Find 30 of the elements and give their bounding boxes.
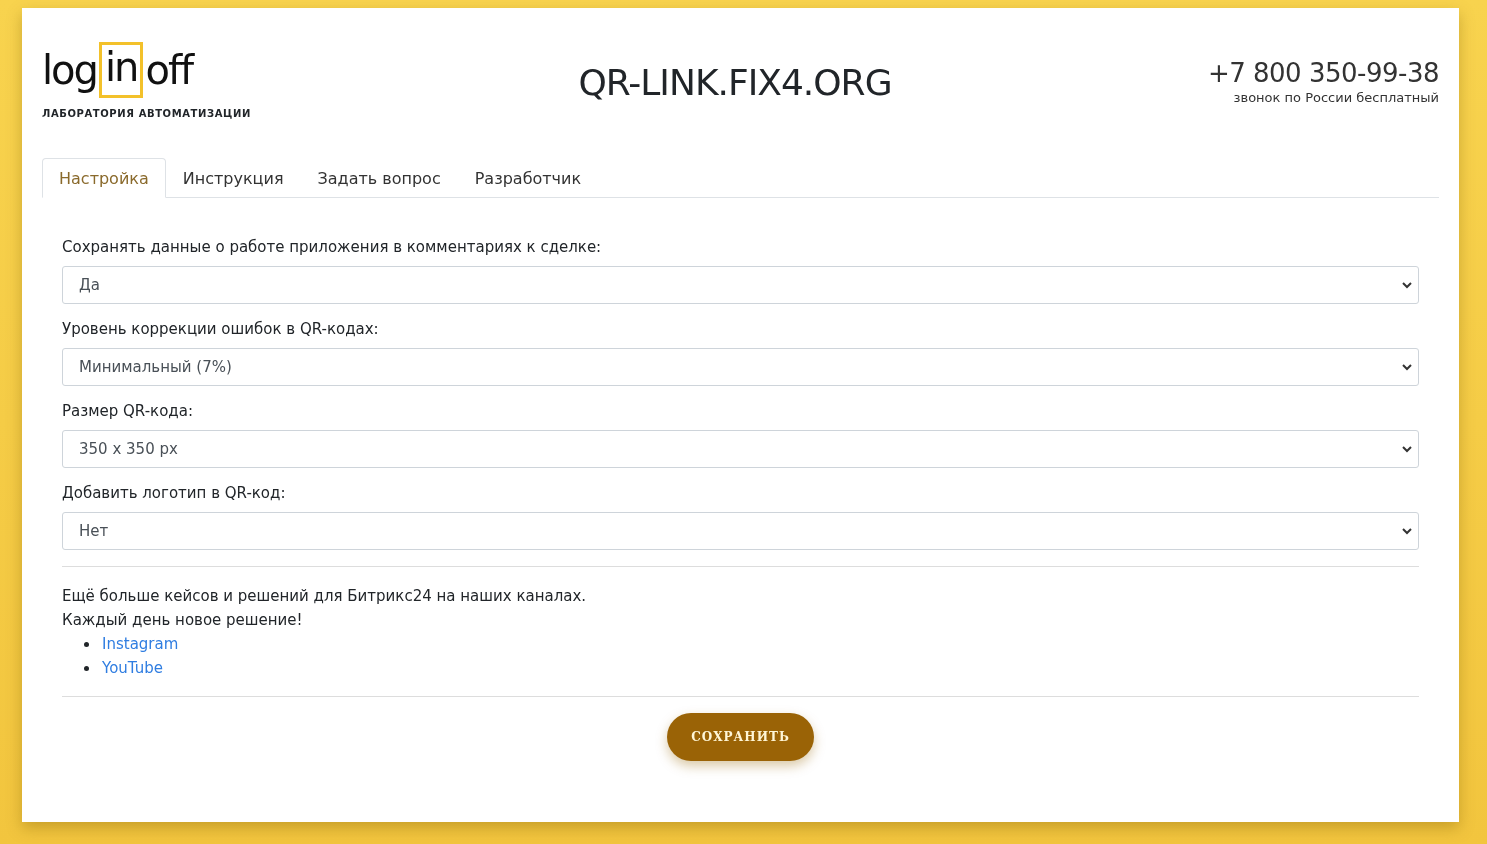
social-link[interactable]: YouTube bbox=[102, 656, 163, 680]
phone-note: звонок по России бесплатный bbox=[1233, 90, 1439, 105]
site-title: QR-LINK.FIX4.ORG bbox=[578, 62, 892, 103]
chevron-icon bbox=[1402, 363, 1412, 371]
tab[interactable]: Разработчик bbox=[457, 158, 599, 198]
field-label: Уровень коррекции ошибок в QR-кодах: bbox=[62, 320, 380, 338]
bullet-icon bbox=[84, 665, 89, 671]
promo-text: Каждый день новое решение! bbox=[62, 610, 304, 631]
chevron-icon bbox=[1402, 527, 1412, 535]
bullet-icon bbox=[84, 641, 89, 647]
field-label: Добавить логотип в QR-код: bbox=[62, 484, 287, 502]
select-field[interactable]: Минимальный (7%) bbox=[62, 348, 1419, 386]
tab[interactable]: Настройка bbox=[42, 158, 166, 198]
logo-text: log bbox=[42, 46, 97, 94]
select-field[interactable]: 350 x 350 px bbox=[62, 430, 1419, 468]
phone-number: +7 800 350-99-38 bbox=[1207, 58, 1439, 88]
tab[interactable]: Инструкция bbox=[165, 158, 301, 198]
select-field[interactable]: Да bbox=[62, 266, 1419, 304]
tab[interactable]: Задать вопрос bbox=[300, 158, 458, 198]
chevron-icon bbox=[1402, 445, 1412, 453]
logo-text: in bbox=[99, 42, 144, 98]
promo-text: Ещё больше кейсов и решений для Битрикс24 на наших каналах. bbox=[62, 586, 588, 607]
chevron-icon bbox=[1402, 281, 1412, 289]
social-link[interactable]: Instagram bbox=[102, 632, 179, 656]
logo-text: off bbox=[145, 46, 193, 94]
field-label: Сохранять данные о работе приложения в комментариях к сделке: bbox=[62, 238, 603, 256]
select-field[interactable]: Нет bbox=[62, 512, 1419, 550]
field-label: Размер QR-кода: bbox=[62, 402, 194, 420]
save-button[interactable]: СОХРАНИТЬ bbox=[667, 713, 814, 761]
logo-subtitle: ЛАБОРАТОРИЯ АВТОМАТИЗАЦИИ bbox=[42, 108, 252, 119]
